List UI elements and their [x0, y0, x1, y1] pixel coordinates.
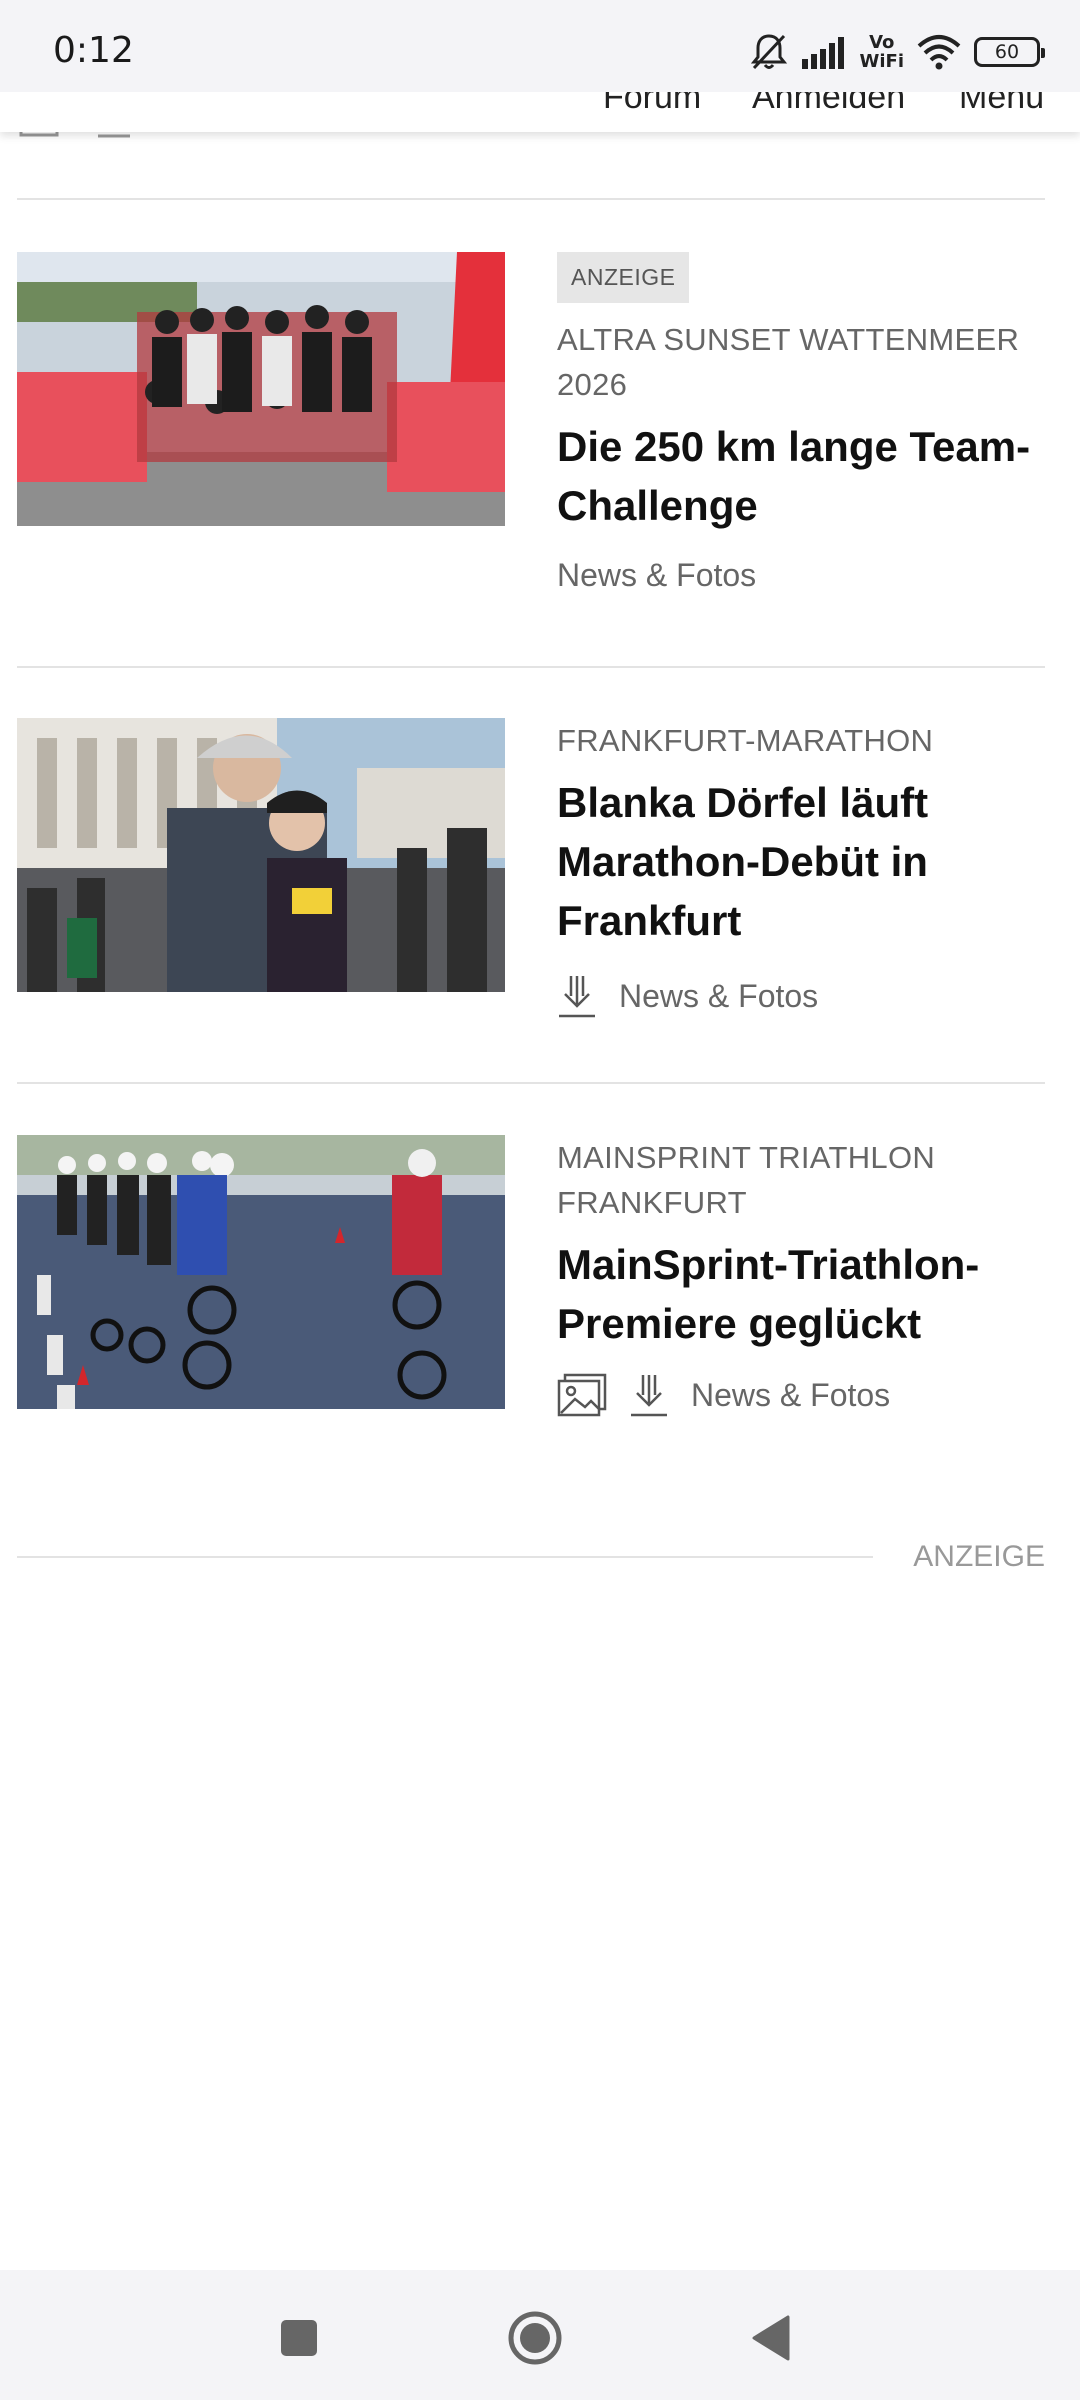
article-headline[interactable]: MainSprint-Triathlon-Premiere geglückt [557, 1235, 1057, 1353]
download-icon[interactable] [629, 1371, 669, 1419]
battery-level: 60 [994, 41, 1020, 63]
vowifi-icon: Vo WiFi [860, 33, 905, 71]
nav-menu-button[interactable]: Menü [959, 92, 1044, 117]
home-circle-icon [508, 2311, 562, 2365]
article-card[interactable]: MAINSPRINT TRIATHLON FRANKFURT MainSprin… [17, 1135, 1045, 1505]
status-icons: Vo WiFi 60 [750, 28, 1045, 76]
article-thumbnail[interactable] [17, 1135, 505, 1409]
marathon-runners-image [17, 718, 505, 992]
article-content[interactable]: FRANKFURT-MARATHON Blanka Dörfel läuft M… [557, 718, 1057, 1020]
gallery-icon[interactable] [557, 1373, 607, 1417]
ad-label: ANZEIGE [913, 1540, 1045, 1573]
article-card[interactable]: FRANKFURT-MARATHON Blanka Dörfel läuft M… [17, 718, 1045, 1088]
article-meta: News & Fotos [557, 1371, 1057, 1419]
article-card[interactable]: ANZEIGE ALTRA SUNSET WATTENMEER 2026 Die… [17, 252, 1045, 622]
article-meta: News & Fotos [557, 972, 1057, 1020]
battery-icon: 60 [974, 37, 1045, 67]
back-triangle-icon [752, 2315, 790, 2361]
divider [17, 1082, 1045, 1084]
article-content[interactable]: ANZEIGE ALTRA SUNSET WATTENMEER 2026 Die… [557, 252, 1057, 594]
meta-label[interactable]: News & Fotos [691, 1377, 890, 1414]
article-kicker: FRANKFURT-MARATHON [557, 723, 934, 758]
runners-team-image [17, 252, 505, 526]
article-kicker: MAINSPRINT TRIATHLON FRANKFURT [557, 1140, 936, 1220]
recents-button[interactable] [271, 2310, 327, 2366]
vowifi-bottom: WiFi [859, 51, 905, 72]
meta-label[interactable]: News & Fotos [557, 557, 756, 594]
download-icon[interactable] [557, 972, 597, 1020]
article-headline[interactable]: Die 250 km lange Team-Challenge [557, 417, 1057, 535]
ad-separator [17, 1556, 873, 1558]
divider [17, 666, 1045, 668]
home-button[interactable] [507, 2310, 563, 2366]
status-bar: 0:12 Vo WiFi 60 [0, 0, 1080, 92]
square-icon [281, 2320, 317, 2356]
article-meta: News & Fotos [557, 557, 1057, 594]
vowifi-top: Vo [869, 32, 895, 53]
article-thumbnail[interactable] [17, 252, 505, 526]
wifi-icon [917, 35, 961, 70]
article-content[interactable]: MAINSPRINT TRIATHLON FRANKFURT MainSprin… [557, 1135, 1057, 1419]
article-thumbnail[interactable] [17, 718, 505, 992]
ad-badge: ANZEIGE [557, 252, 690, 303]
nav-forum-link[interactable]: Forum [603, 92, 701, 117]
article-kicker: ALTRA SUNSET WATTENMEER 2026 [557, 322, 1020, 402]
meta-label[interactable]: News & Fotos [619, 978, 818, 1015]
article-headline[interactable]: Blanka Dörfel läuft Marathon-Debüt in Fr… [557, 773, 1057, 950]
site-header: Forum Anmelden Menü [0, 92, 1080, 132]
system-navigation-bar [0, 2270, 1080, 2400]
triathlon-cyclists-image [17, 1135, 505, 1409]
divider [17, 198, 1045, 200]
status-time: 0:12 [53, 30, 134, 71]
bell-muted-icon [750, 34, 787, 70]
signal-icon [801, 37, 844, 69]
back-button[interactable] [743, 2310, 799, 2366]
nav-login-link[interactable]: Anmelden [752, 92, 905, 117]
